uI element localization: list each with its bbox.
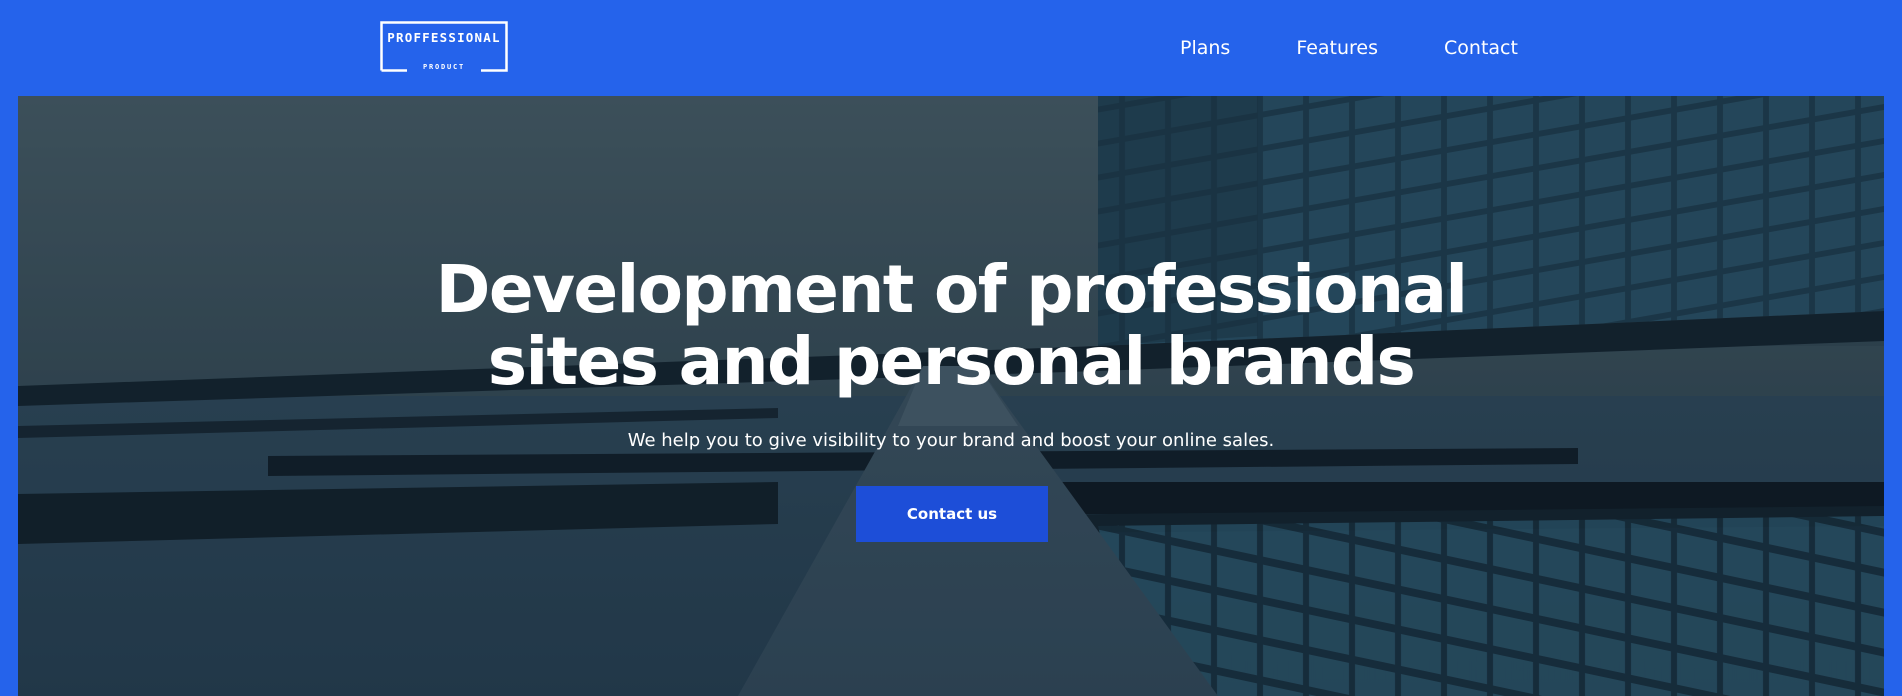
main-nav: Plans Features Contact [1180, 0, 1518, 96]
nav-link-contact[interactable]: Contact [1444, 36, 1518, 60]
hero-title-line-1: Development of professional [435, 251, 1468, 328]
site-header: PROFFESSIONAL PRODUCT Plans Features Con… [0, 0, 1902, 96]
brand-logo[interactable]: PROFFESSIONAL PRODUCT [380, 21, 508, 72]
nav-link-plans[interactable]: Plans [1180, 36, 1230, 60]
hero-subtitle: We help you to give visibility to your b… [627, 430, 1275, 451]
nav-link-features[interactable]: Features [1296, 36, 1378, 60]
hero-section: Development of professional sites and pe… [18, 96, 1884, 696]
hero-title: Development of professional sites and pe… [18, 254, 1884, 398]
contact-us-button[interactable]: Contact us [856, 486, 1048, 542]
logo-tagline: PRODUCT [422, 63, 466, 71]
logo-wordmark: PROFFESSIONAL [387, 30, 501, 45]
hero-title-line-2: sites and personal brands [487, 323, 1416, 400]
landing-page: PROFFESSIONAL PRODUCT Plans Features Con… [0, 0, 1902, 696]
